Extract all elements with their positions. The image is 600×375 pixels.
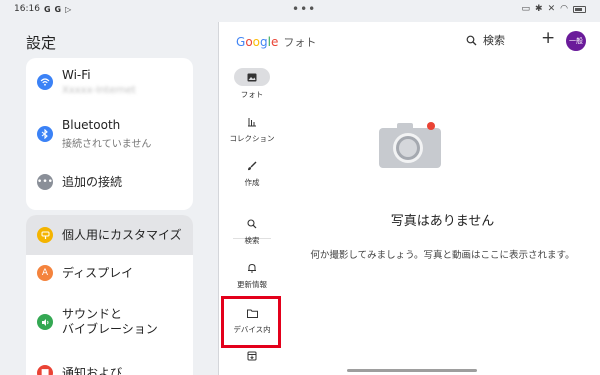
search-icon: [466, 35, 477, 45]
status-icons: ▭ ✱ ✕ ◠: [522, 4, 586, 14]
display-icon: A: [37, 265, 53, 281]
google-photos-logo: Google フォト: [236, 34, 316, 50]
cast-icon: ▭: [521, 4, 531, 14]
app-header: Google フォト 検索 + 一般: [219, 22, 600, 58]
nav-label: コレクション: [229, 134, 275, 143]
folder-icon: [243, 305, 261, 321]
settings-item-sub: 接続されていません: [62, 139, 152, 150]
nav-label: 検索: [244, 236, 260, 245]
empty-state-title: 写真はありません: [390, 214, 495, 229]
nav-item-collections[interactable]: コレクション: [219, 114, 285, 144]
camera-illustration: [379, 122, 441, 172]
battery-icon: [573, 5, 586, 13]
settings-panel: 設定 Wi-Fi Xxxxx-Internet Bluetooth 接続されてい…: [0, 22, 218, 375]
settings-item-wifi[interactable]: Wi-Fi Xxxxx-Internet: [26, 68, 193, 96]
photos-app: Google フォト 検索 + 一般 フォト コレクション 作成 検索 更新情報…: [219, 22, 600, 375]
search-button[interactable]: 検索: [466, 32, 505, 48]
nav-item-search[interactable]: 検索: [219, 216, 285, 246]
bluetooth-icon: [37, 126, 53, 142]
search-icon: [243, 216, 261, 232]
nav-label: 更新情報: [237, 280, 267, 289]
settings-item-customize[interactable]: 個人用にカスタマイズ: [26, 215, 193, 255]
settings-item-display[interactable]: A ディスプレイ: [26, 265, 193, 281]
settings-item-label: 追加の接続: [62, 174, 123, 189]
brush-icon: [243, 158, 261, 174]
settings-item-label: 個人用にカスタマイズ: [62, 227, 182, 242]
settings-item-label: 通知および: [62, 365, 123, 375]
nav-item-archive[interactable]: [219, 348, 285, 364]
nav-item-photos[interactable]: フォト: [219, 68, 285, 100]
collection-icon: [243, 114, 261, 130]
avatar[interactable]: 一般: [566, 31, 586, 51]
nav-label: フォト: [240, 90, 264, 99]
sound-icon: [37, 314, 53, 330]
nav-label: デバイス内: [233, 325, 271, 334]
settings-item-label-line2: バイブレーション: [62, 322, 158, 336]
archive-icon: [243, 348, 261, 364]
settings-item-more-connections[interactable]: ••• 追加の接続: [26, 174, 193, 190]
status-play-icon: ▷: [65, 4, 72, 14]
settings-item-label: ディスプレイ: [62, 265, 134, 280]
bell-icon: [243, 260, 261, 276]
nav-item-updates[interactable]: 更新情報: [219, 260, 285, 290]
home-indicator[interactable]: [347, 369, 477, 372]
multiwindow-handle[interactable]: •••: [292, 2, 316, 16]
settings-card-connections: Wi-Fi Xxxxx-Internet Bluetooth 接続されていません…: [26, 58, 193, 210]
status-bar: 16:16 G G ▷ ••• ▭ ✱ ✕ ◠: [0, 0, 600, 22]
settings-card-personal: 個人用にカスタマイズ A ディスプレイ サウンドと バイブレーション ■ 通知お…: [26, 215, 193, 375]
mute-icon: ✕: [547, 4, 556, 14]
bluetooth-status-icon: ✱: [535, 4, 543, 14]
status-app-icon: G: [43, 4, 51, 14]
google-wordmark: Google: [236, 35, 279, 49]
photo-icon: [234, 68, 270, 86]
empty-state-description: 何か撮影してみましょう。写真と動画はここに表示されます。: [310, 250, 575, 261]
wifi-icon: [37, 74, 53, 90]
wifi-network-name: Xxxxx-Internet: [62, 85, 136, 96]
nav-item-on-device[interactable]: デバイス内: [219, 305, 285, 335]
wifi-status-icon: ◠: [560, 4, 568, 14]
add-button[interactable]: +: [541, 28, 555, 48]
settings-item-sound[interactable]: サウンドと バイブレーション: [26, 307, 193, 337]
settings-item-label: Wi-Fi: [62, 68, 91, 82]
nav-rail: フォト コレクション 作成 検索 更新情報 デバイス内: [219, 60, 285, 375]
more-icon: •••: [37, 174, 53, 190]
settings-item-bluetooth[interactable]: Bluetooth 接続されていません: [26, 118, 193, 150]
status-app-icon: G: [54, 4, 62, 14]
settings-item-label: Bluetooth: [62, 118, 121, 132]
product-name: フォト: [283, 36, 317, 49]
customize-icon: [37, 227, 53, 243]
settings-item-label: サウンドと: [62, 307, 123, 321]
search-label: 検索: [483, 34, 505, 47]
settings-item-notifications[interactable]: ■ 通知および: [26, 365, 193, 375]
nav-label: 作成: [244, 178, 260, 187]
nav-item-create[interactable]: 作成: [219, 158, 285, 188]
status-time: 16:16: [14, 4, 40, 14]
settings-title: 設定: [26, 34, 57, 52]
status-time-area: 16:16 G G ▷: [14, 4, 71, 14]
notification-icon: ■: [37, 365, 53, 375]
